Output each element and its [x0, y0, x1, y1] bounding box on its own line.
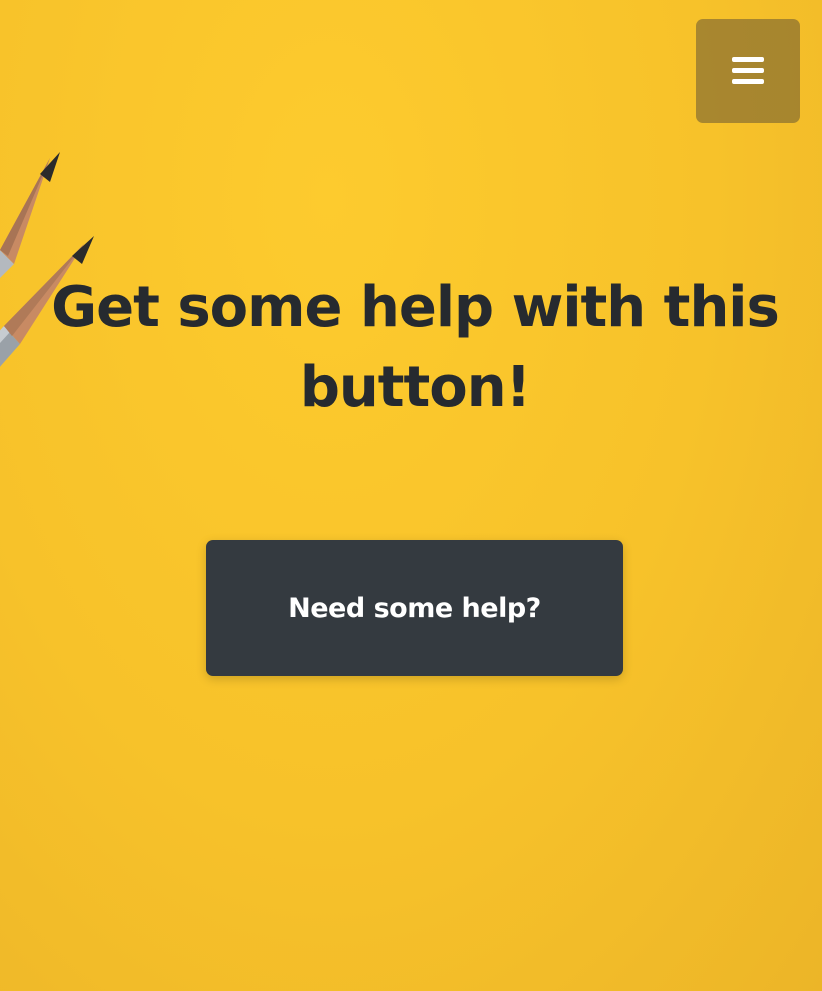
- landing-page: Get some help with this button! Need som…: [0, 0, 822, 991]
- hamburger-menu-icon: [732, 57, 764, 84]
- page-title: Get some help with this button!: [51, 275, 780, 420]
- menu-button[interactable]: [696, 19, 800, 123]
- need-help-button[interactable]: Need some help?: [206, 540, 623, 676]
- need-help-button-label: Need some help?: [288, 592, 541, 624]
